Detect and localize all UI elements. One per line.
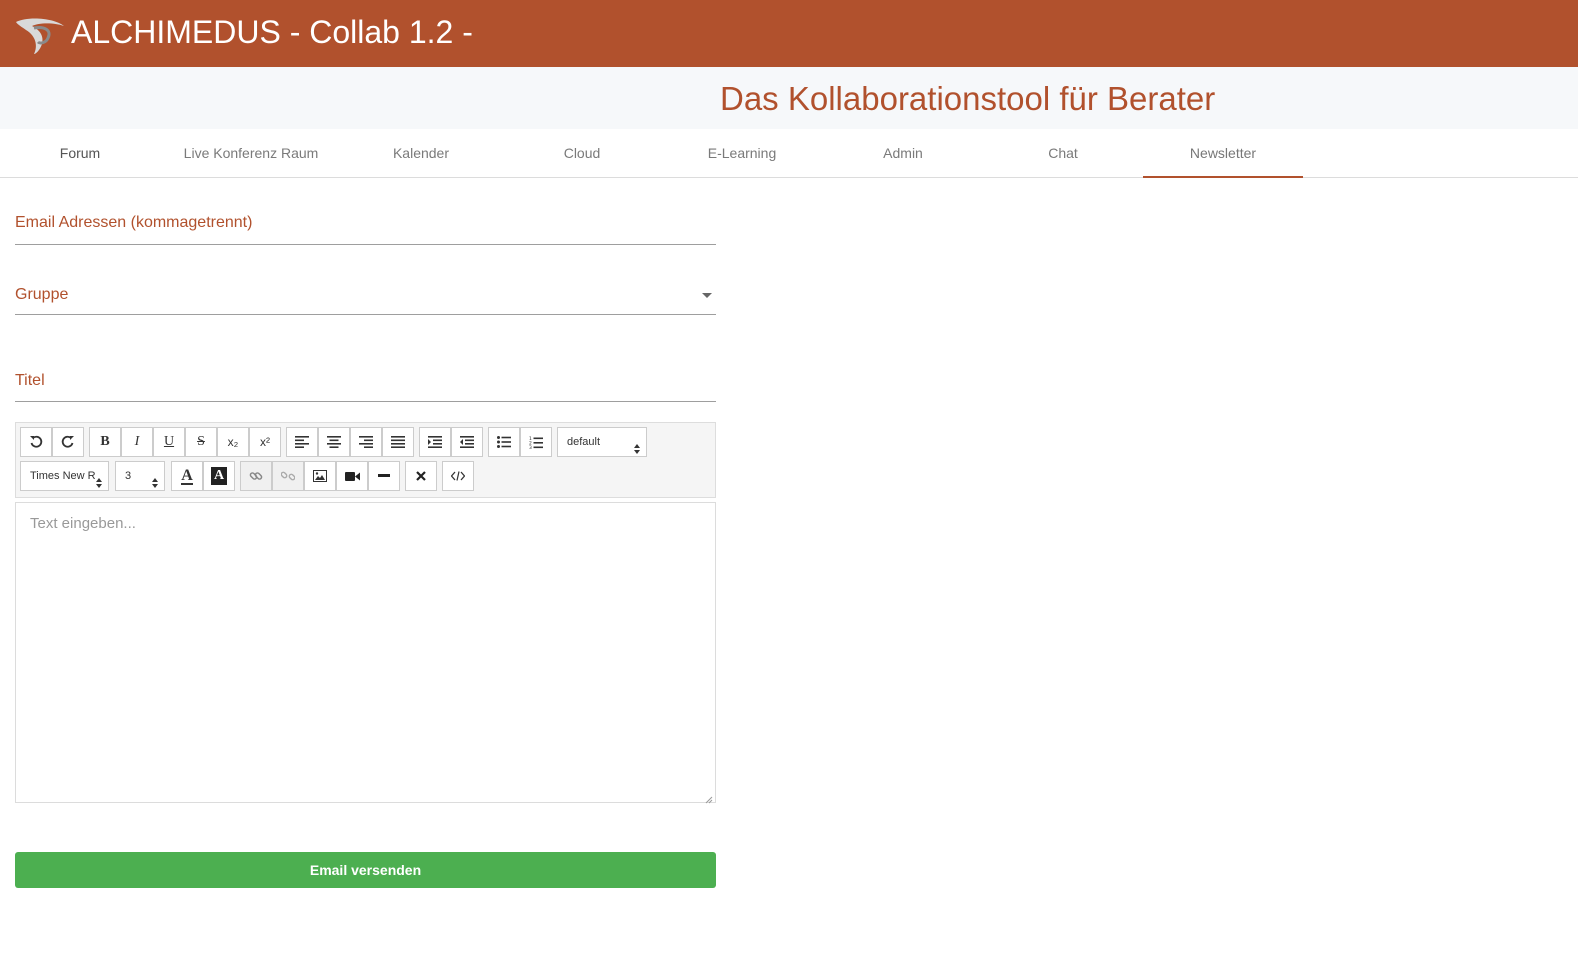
rich-text-editor[interactable]: Text eingeben... (15, 502, 716, 804)
italic-icon: I (134, 434, 140, 449)
editor-placeholder: Text eingeben... (30, 515, 136, 532)
indent-button[interactable] (419, 427, 451, 457)
underline-icon: U (163, 434, 175, 449)
ordered-list-button[interactable]: 123 (520, 427, 552, 457)
font-family-value: Times New R (30, 470, 96, 482)
image-icon (313, 470, 327, 482)
bold-icon: B (100, 434, 110, 449)
main-tabs: Forum Live Konferenz Raum Kalender Cloud… (0, 129, 1578, 178)
unordered-list-icon (497, 436, 511, 448)
undo-button[interactable] (20, 427, 52, 457)
align-right-icon (359, 436, 373, 448)
tab-kalender[interactable]: Kalender (341, 129, 501, 177)
insert-image-button[interactable] (304, 461, 336, 491)
clear-format-icon (416, 471, 426, 481)
editor-toolbar: B I U S x₂ x² 123 default Times New R 3 … (15, 422, 716, 498)
tab-e-learning[interactable]: E-Learning (662, 129, 822, 177)
link-button[interactable] (240, 461, 272, 491)
paragraph-style-value: default (567, 436, 601, 448)
indent-icon (428, 436, 442, 448)
svg-text:3: 3 (529, 445, 532, 449)
app-title: ALCHIMEDUS - Collab 1.2 - (71, 14, 473, 50)
title-field[interactable]: Titel (15, 363, 716, 402)
insert-video-button[interactable] (336, 461, 368, 491)
strikethrough-button[interactable]: S (185, 427, 217, 457)
title-field-label: Titel (15, 372, 45, 389)
align-center-button[interactable] (318, 427, 350, 457)
email-field[interactable]: Email Adressen (kommagetrennt) (15, 205, 716, 245)
superscript-icon: x² (260, 435, 270, 449)
ordered-list-icon: 123 (529, 436, 543, 449)
align-right-button[interactable] (350, 427, 382, 457)
subheader: Das Kollaborationstool für Berater (0, 67, 1578, 129)
font-size-value: 3 (125, 470, 132, 482)
subscript-icon: x₂ (227, 435, 239, 449)
align-left-icon (295, 436, 309, 448)
redo-icon (61, 435, 75, 449)
tab-chat[interactable]: Chat (983, 129, 1143, 177)
subscript-button[interactable]: x₂ (217, 427, 249, 457)
unordered-list-button[interactable] (488, 427, 520, 457)
bold-button[interactable]: B (89, 427, 121, 457)
unlink-icon (281, 469, 295, 483)
align-center-icon (327, 436, 341, 448)
updown-arrows-icon (96, 471, 102, 488)
font-family-select[interactable]: Times New R (20, 461, 109, 491)
tab-cloud[interactable]: Cloud (502, 129, 662, 177)
tab-newsletter[interactable]: Newsletter (1143, 129, 1303, 178)
updown-arrows-icon (152, 471, 158, 488)
page-subtitle: Das Kollaborationstool für Berater (720, 80, 1216, 117)
chevron-down-icon (702, 293, 712, 298)
tab-admin[interactable]: Admin (823, 129, 983, 177)
font-color-icon: A (181, 466, 193, 485)
clear-format-button[interactable] (405, 461, 437, 491)
horizontal-rule-icon (378, 474, 390, 478)
align-justify-button[interactable] (382, 427, 414, 457)
font-size-select[interactable]: 3 (115, 461, 165, 491)
send-email-button[interactable]: Email versenden (15, 852, 716, 888)
underline-button[interactable]: U (153, 427, 185, 457)
redo-button[interactable] (52, 427, 84, 457)
video-icon (344, 471, 360, 482)
align-left-button[interactable] (286, 427, 318, 457)
tab-forum[interactable]: Forum (0, 129, 160, 177)
horizontal-rule-button[interactable] (368, 461, 400, 491)
strikethrough-icon: S (197, 434, 205, 449)
code-view-button[interactable] (442, 461, 474, 491)
group-select[interactable]: Gruppe (15, 278, 716, 315)
tab-live-konferenz-raum[interactable]: Live Konferenz Raum (171, 129, 331, 177)
group-select-label: Gruppe (15, 286, 69, 303)
code-view-icon (451, 471, 465, 481)
outdent-icon (460, 436, 474, 448)
link-icon (249, 469, 263, 483)
unlink-button[interactable] (272, 461, 304, 491)
undo-icon (29, 435, 43, 449)
background-color-button[interactable]: A (203, 461, 235, 491)
updown-arrows-icon (634, 437, 640, 454)
alchimedus-logo (14, 14, 66, 56)
email-field-label: Email Adressen (kommagetrennt) (15, 214, 253, 231)
background-color-icon: A (210, 467, 228, 485)
align-justify-icon (391, 436, 405, 448)
paragraph-style-select[interactable]: default (557, 427, 647, 457)
outdent-button[interactable] (451, 427, 483, 457)
font-color-button[interactable]: A (171, 461, 203, 491)
italic-button[interactable]: I (121, 427, 153, 457)
resize-grip-icon[interactable] (704, 791, 713, 804)
superscript-button[interactable]: x² (249, 427, 281, 457)
app-header: ALCHIMEDUS - Collab 1.2 - (0, 0, 1578, 67)
